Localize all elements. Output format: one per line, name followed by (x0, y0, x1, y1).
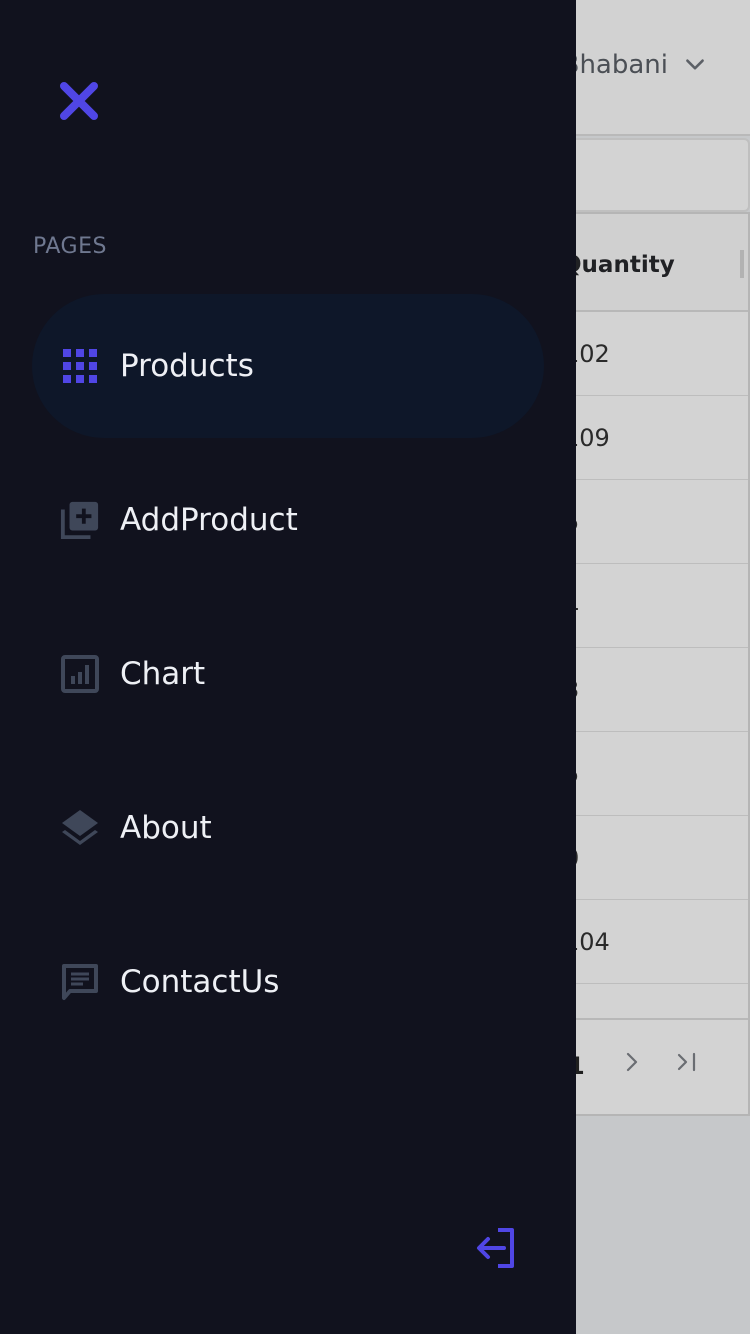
chevron-down-icon (686, 59, 704, 70)
next-page-icon[interactable] (620, 1050, 644, 1074)
nav-label-chart: Chart (120, 656, 206, 692)
nav-label-addproduct: AddProduct (120, 502, 298, 538)
user-menu[interactable]: Bhabani (562, 50, 708, 80)
layers-icon (60, 808, 100, 848)
nav-label-about: About (120, 810, 212, 846)
close-drawer-button[interactable] (54, 76, 104, 126)
add-box-icon (60, 500, 100, 540)
nav-label-contactus: ContactUs (120, 964, 280, 1000)
search-input[interactable] (560, 138, 750, 212)
nav-item-about[interactable]: About (32, 756, 544, 900)
logout-icon (477, 1228, 514, 1268)
column-header-quantity[interactable]: Quantity (562, 252, 675, 278)
user-name: Bhabani (561, 50, 668, 80)
nav-item-products[interactable]: Products (32, 294, 544, 438)
chat-icon (60, 962, 100, 1002)
column-resize-handle[interactable] (740, 250, 744, 278)
nav-item-contactus[interactable]: ContactUs (32, 910, 544, 1054)
grid-icon (60, 346, 100, 386)
close-icon (60, 82, 98, 120)
section-label-pages: PAGES (33, 234, 107, 259)
logout-button[interactable] (474, 1226, 518, 1270)
nav-item-addproduct[interactable]: AddProduct (32, 448, 544, 592)
last-page-icon[interactable] (674, 1050, 702, 1074)
bar-chart-icon (60, 654, 100, 694)
nav-item-chart[interactable]: Chart (32, 602, 544, 746)
nav-label-products: Products (120, 348, 254, 384)
navigation-drawer: PAGES Products AddProduct Chart About Co… (0, 0, 576, 1334)
